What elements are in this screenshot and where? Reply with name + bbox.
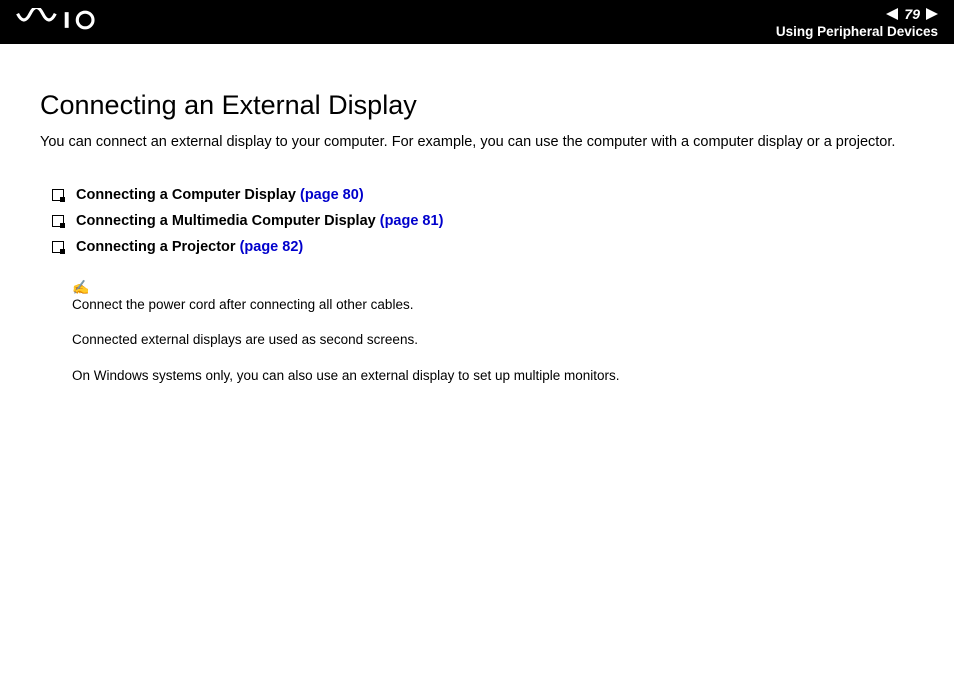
next-page-arrow[interactable] bbox=[926, 8, 938, 20]
bullet-icon bbox=[52, 241, 64, 253]
list-item: Connecting a Computer Display (page 80) bbox=[52, 187, 914, 203]
intro-text: You can connect an external display to y… bbox=[40, 133, 914, 153]
page-reference-link[interactable]: (page 82) bbox=[240, 239, 304, 255]
section-label: Using Peripheral Devices bbox=[776, 24, 938, 39]
page-reference-link[interactable]: (page 81) bbox=[380, 213, 444, 229]
link-label: Connecting a Computer Display bbox=[76, 187, 300, 203]
list-item: Connecting a Projector (page 82) bbox=[52, 239, 914, 255]
note-icon: ✍ bbox=[72, 279, 914, 296]
bullet-icon bbox=[52, 189, 64, 201]
list-item: Connecting a Multimedia Computer Display… bbox=[52, 213, 914, 229]
note-text: Connect the power cord after connecting … bbox=[72, 296, 914, 314]
prev-page-arrow[interactable] bbox=[886, 8, 898, 20]
header-bar: 79 Using Peripheral Devices bbox=[0, 0, 954, 44]
link-label: Connecting a Projector bbox=[76, 239, 240, 255]
page-title: Connecting an External Display bbox=[40, 90, 914, 121]
link-label: Connecting a Multimedia Computer Display bbox=[76, 213, 380, 229]
note-text: Connected external displays are used as … bbox=[72, 331, 914, 349]
page-number: 79 bbox=[904, 6, 920, 22]
vaio-logo bbox=[16, 8, 126, 37]
note-text: On Windows systems only, you can also us… bbox=[72, 367, 914, 385]
topic-link-list: Connecting a Computer Display (page 80) … bbox=[40, 187, 914, 255]
note-block: ✍ Connect the power cord after connectin… bbox=[40, 279, 914, 385]
bullet-icon bbox=[52, 215, 64, 227]
page-content: Connecting an External Display You can c… bbox=[0, 44, 954, 384]
page-reference-link[interactable]: (page 80) bbox=[300, 187, 364, 203]
